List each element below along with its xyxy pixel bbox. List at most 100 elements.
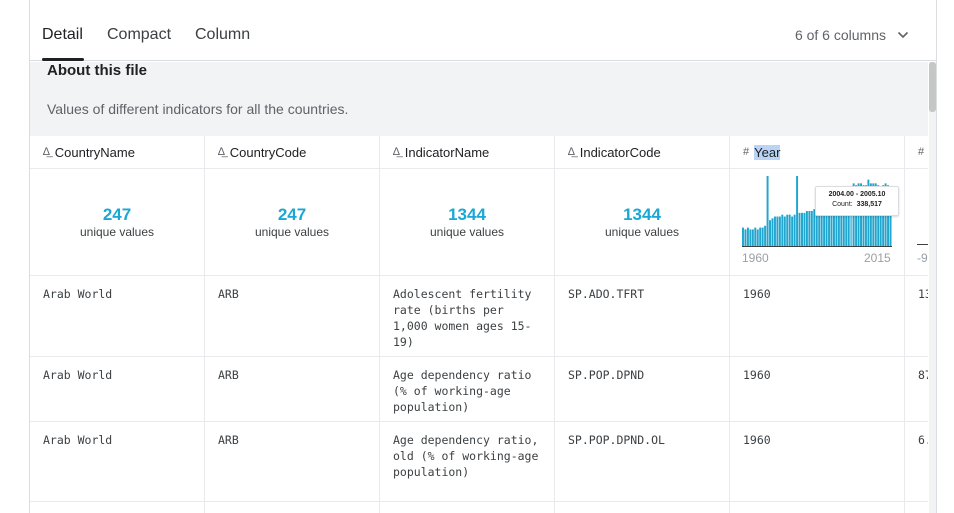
view-tabs: Detail Compact Column 6 of 6 columns <box>30 0 936 61</box>
histogram-bar[interactable] <box>764 225 767 246</box>
histogram-max-label: 2015 <box>864 251 891 265</box>
table-cell: 87 <box>905 357 928 422</box>
histogram-bar[interactable] <box>791 216 794 246</box>
histogram-bar[interactable] <box>749 229 752 246</box>
vertical-scrollbar[interactable] <box>929 62 936 513</box>
histogram-bar[interactable] <box>801 212 803 246</box>
active-tab-indicator <box>42 58 84 61</box>
histogram-bar[interactable] <box>754 227 757 246</box>
histogram-bar[interactable] <box>744 229 747 246</box>
table-cell: ARB <box>205 422 379 502</box>
tab-detail[interactable]: Detail <box>42 26 83 44</box>
histogram-bar[interactable] <box>769 220 772 246</box>
table-cell: 6. <box>905 422 928 502</box>
column-value: # -9 13 87 6. <box>905 136 928 513</box>
histogram-bar[interactable] <box>796 176 799 246</box>
histogram-bar[interactable] <box>803 212 806 246</box>
histogram-bar[interactable] <box>786 214 789 246</box>
string-type-icon: ∆̲ <box>218 146 225 158</box>
unique-label: unique values <box>429 225 505 239</box>
column-indicatorname: ∆̲ IndicatorName 1344 unique values Adol… <box>380 136 555 513</box>
table-cell: ARB <box>205 357 379 422</box>
column-countryname: ∆̲ CountryName 247 unique values Arab Wo… <box>30 136 205 513</box>
table-cell: 1960 <box>730 276 904 357</box>
column-summary: 2004.00 - 2005.10 Count: 338,517 1960 20… <box>730 169 904 276</box>
column-header[interactable]: ∆̲ IndicatorCode <box>555 136 729 169</box>
tooltip-range: 2004.00 - 2005.10 <box>828 191 886 198</box>
table-cell: SP.POP.DPND <box>555 357 729 422</box>
histogram-bar[interactable] <box>810 211 813 246</box>
histogram-min-label: 1960 <box>742 251 769 265</box>
table-cell: ARB <box>205 276 379 357</box>
table-cell: Arab World <box>30 276 204 357</box>
string-type-icon: ∆̲ <box>568 146 575 158</box>
table-cell: Age dependency ratio (% of working-age p… <box>380 357 554 422</box>
unique-label: unique values <box>254 225 330 239</box>
scrollbar-thumb[interactable] <box>929 62 936 112</box>
histogram-bar[interactable] <box>798 212 801 246</box>
histogram-bar[interactable] <box>756 229 759 246</box>
tab-column[interactable]: Column <box>195 26 250 44</box>
unique-count: 247 <box>102 205 132 224</box>
histogram-bar[interactable] <box>793 214 796 246</box>
column-header[interactable]: ∆̲ CountryName <box>30 136 204 169</box>
histogram-bar[interactable] <box>808 211 811 246</box>
histogram-bar[interactable] <box>788 214 791 246</box>
histogram-min-label: -9 <box>917 251 928 265</box>
column-header[interactable]: ∆̲ IndicatorName <box>380 136 554 169</box>
about-title: About this file <box>47 62 147 79</box>
column-summary: 247 unique values <box>30 169 204 276</box>
column-year: # Year 2004.00 - 2005.10 Count: 338,517 … <box>730 136 905 513</box>
column-countrycode: ∆̲ CountryCode 247 unique values ARB ARB… <box>205 136 380 513</box>
column-header[interactable]: # <box>905 136 928 169</box>
histogram-bar[interactable] <box>751 229 754 246</box>
table-cell: Adolescent fertility rate (births per 1,… <box>380 276 554 357</box>
column-header-label: IndicatorCode <box>579 144 661 160</box>
data-explorer-panel: Detail Compact Column 6 of 6 columns Abo… <box>29 0 937 513</box>
column-header[interactable]: ∆̲ CountryCode <box>205 136 379 169</box>
unique-label: unique values <box>604 225 680 239</box>
about-description: Values of different indicators for all t… <box>47 101 349 117</box>
column-summary: 1344 unique values <box>380 169 554 276</box>
column-selector[interactable]: 6 of 6 columns <box>795 27 910 43</box>
unique-label: unique values <box>79 225 155 239</box>
column-summary: -9 <box>905 169 928 276</box>
table-cell: 1960 <box>730 422 904 502</box>
table-cell: SP.ADO.TFRT <box>555 276 729 357</box>
histogram-bar[interactable] <box>778 216 781 246</box>
histogram-bar[interactable] <box>776 216 779 246</box>
year-histogram[interactable]: 2004.00 - 2005.10 Count: 338,517 1960 20… <box>742 169 899 276</box>
numeric-type-icon: # <box>743 146 750 158</box>
histogram-tooltip: 2004.00 - 2005.10 Count: 338,517 <box>815 186 899 216</box>
column-summary: 247 unique values <box>205 169 379 276</box>
table-cell: SP.POP.DPND.OL <box>555 422 729 502</box>
histogram-bar[interactable] <box>766 176 769 246</box>
histogram-bar[interactable] <box>771 218 774 246</box>
tooltip-count: 338,517 <box>856 201 882 208</box>
unique-count: 1344 <box>448 205 486 224</box>
string-type-icon: ∆̲ <box>393 146 400 158</box>
column-header[interactable]: # Year <box>730 136 904 169</box>
unique-count: 247 <box>277 205 307 224</box>
tooltip-count-label: Count: <box>832 201 853 208</box>
tab-compact[interactable]: Compact <box>107 26 171 44</box>
histogram-bar[interactable] <box>781 214 784 246</box>
histogram-bar[interactable] <box>783 216 786 246</box>
column-header-label: Year <box>754 144 781 160</box>
histogram-baseline <box>917 244 928 245</box>
histogram-bar[interactable] <box>773 216 776 246</box>
histogram-bar[interactable] <box>742 227 744 246</box>
column-indicatorcode: ∆̲ IndicatorCode 1344 unique values SP.A… <box>555 136 730 513</box>
tooltip-count-row: Count: 338,517 <box>821 200 893 210</box>
chevron-down-icon <box>897 31 909 39</box>
table-cell: 13 <box>905 276 928 357</box>
column-header-label: CountryName <box>54 144 135 160</box>
table-cell: 1960 <box>730 357 904 422</box>
histogram-bar[interactable] <box>805 211 808 246</box>
histogram-bar[interactable] <box>759 227 762 246</box>
table-cell: Age dependency ratio, old (% of working-… <box>380 422 554 502</box>
histogram-bar[interactable] <box>761 227 764 246</box>
column-header-label: CountryCode <box>229 144 307 160</box>
string-type-icon: ∆̲ <box>43 146 50 158</box>
histogram-bar[interactable] <box>746 227 749 246</box>
